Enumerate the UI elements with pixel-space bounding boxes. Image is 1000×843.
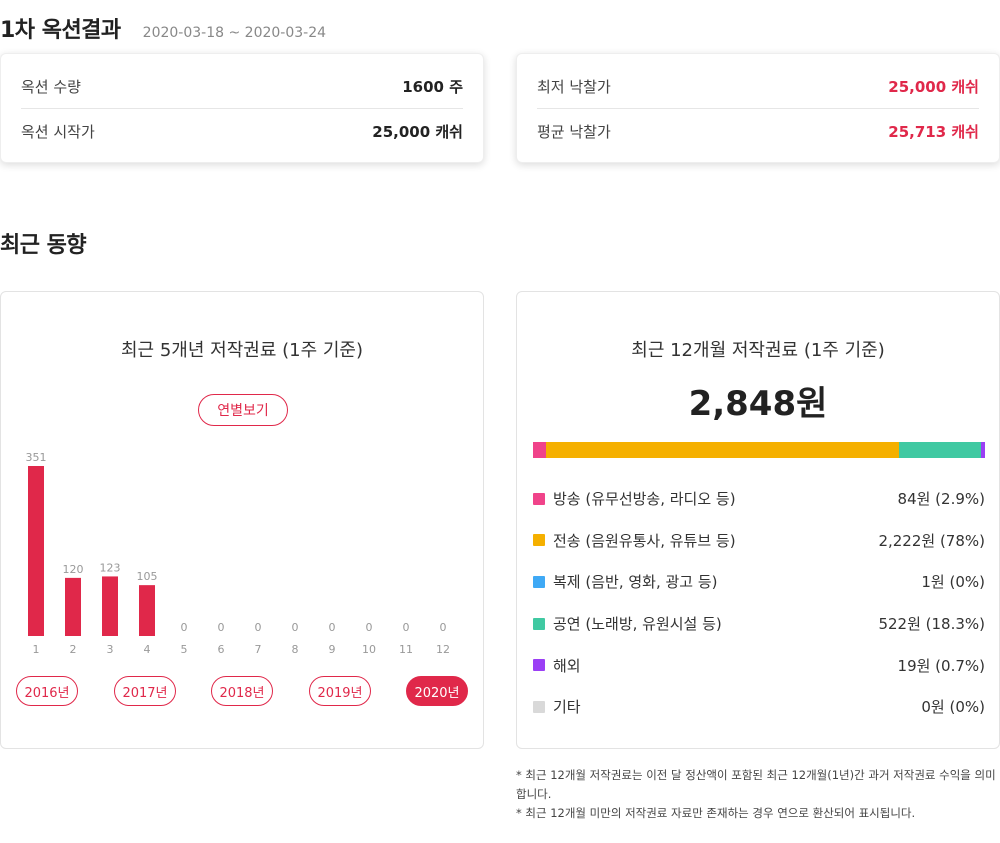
monthly-royalty-bar-chart: 351 1 120 2 123 3 105 4 0 5 0 6 0 7 0 8 0 9 0 10 0 11 0 12 bbox=[26, 451, 451, 656]
legend-label: 방송 (유무선방송, 라디오 등) bbox=[553, 490, 736, 509]
bar-value-label: 0 bbox=[440, 621, 447, 634]
twelve-month-royalty-panel: 최근 12개월 저작권료 (1주 기준) 2,848원 방송 (유무선방송, 라… bbox=[516, 291, 1000, 749]
month-tick-label: 12 bbox=[436, 643, 450, 656]
year-tab-2019[interactable]: 2019년 bbox=[309, 676, 371, 706]
legend-label: 해외 bbox=[553, 656, 581, 675]
bar-value-label: 105 bbox=[137, 570, 158, 583]
breakdown-segment-4 bbox=[981, 442, 985, 458]
average-bid-label: 평균 낙찰가 bbox=[537, 122, 611, 141]
legend-label: 전송 (음원유통사, 유튜브 등) bbox=[553, 531, 736, 550]
footnote-2: * 최근 12개월 미만의 저작권료 자료만 존재하는 경우 연으로 환산되어 … bbox=[516, 806, 916, 820]
bar-month-1 bbox=[28, 466, 44, 636]
footnotes: * 최근 12개월 저작권료는 이전 달 정산액이 포함된 최근 12개월(1년… bbox=[516, 766, 1000, 823]
legend-value: 0원 (0%) bbox=[921, 698, 985, 717]
legend-item: 복제 (음반, 영화, 광고 등) 1원 (0%) bbox=[533, 561, 985, 603]
five-year-royalty-panel: 최근 5개년 저작권료 (1주 기준) 연별보기 351 1 120 2 123 3 105… bbox=[0, 291, 484, 749]
month-tick-label: 1 bbox=[33, 643, 40, 656]
month-tick-label: 4 bbox=[144, 643, 151, 656]
legend-item: 공연 (노래방, 유원시설 등) 522원 (18.3%) bbox=[533, 603, 985, 645]
legend-swatch bbox=[533, 534, 545, 547]
auction-start-price-row: 옥션 시작가 25,000 캐쉬 bbox=[21, 109, 463, 153]
bar-value-label: 0 bbox=[366, 621, 373, 634]
twelve-month-heading: 최근 12개월 저작권료 (1주 기준) bbox=[631, 340, 885, 361]
average-bid-row: 평균 낙찰가 25,713 캐쉬 bbox=[537, 109, 979, 153]
legend-swatch bbox=[533, 492, 545, 505]
legend-item: 기타 0원 (0%) bbox=[533, 686, 985, 728]
legend-swatch bbox=[533, 659, 545, 672]
auction-quantity-row: 옥션 수량 1600 주 bbox=[21, 65, 463, 109]
month-tick-label: 7 bbox=[255, 643, 262, 656]
month-tick-label: 3 bbox=[107, 643, 114, 656]
legend-value: 1원 (0%) bbox=[921, 573, 985, 592]
lowest-bid-row: 최저 낙찰가 25,000 캐쉬 bbox=[537, 65, 979, 109]
breakdown-segment-1 bbox=[546, 442, 899, 458]
twelve-month-total: 2,848원 bbox=[688, 384, 828, 424]
bar-value-label: 0 bbox=[181, 621, 188, 634]
auction-header: 1차 옥션결과 2020-03-18 ~ 2020-03-24 bbox=[0, 12, 326, 44]
lowest-bid-value: 25,000 캐쉬 bbox=[888, 78, 979, 96]
auction-start-price-label: 옥션 시작가 bbox=[21, 122, 95, 141]
year-tab-2020[interactable]: 2020년 bbox=[406, 676, 468, 706]
bar-value-label: 120 bbox=[63, 563, 84, 576]
bar-value-label: 0 bbox=[329, 621, 336, 634]
year-tab-2018[interactable]: 2018년 bbox=[211, 676, 273, 706]
breakdown-segment-3 bbox=[898, 442, 982, 458]
bar-value-label: 123 bbox=[100, 561, 121, 574]
legend-value: 19원 (0.7%) bbox=[897, 656, 985, 675]
auction-quantity-value: 1600 주 bbox=[402, 78, 463, 96]
royalty-breakdown-legend: 방송 (유무선방송, 라디오 등) 84원 (2.9%) 전송 (음원유통사, 유튜… bbox=[533, 478, 985, 728]
legend-label: 공연 (노래방, 유원시설 등) bbox=[553, 615, 722, 634]
legend-item: 방송 (유무선방송, 라디오 등) 84원 (2.9%) bbox=[533, 478, 985, 520]
legend-label: 복제 (음반, 영화, 광고 등) bbox=[553, 573, 718, 592]
bar-value-label: 0 bbox=[218, 621, 225, 634]
month-tick-label: 10 bbox=[362, 643, 376, 656]
month-tick-label: 9 bbox=[329, 643, 336, 656]
auction-quantity-card: 옥션 수량 1600 주 옥션 시작가 25,000 캐쉬 bbox=[0, 53, 484, 163]
month-tick-label: 5 bbox=[181, 643, 188, 656]
five-year-heading: 최근 5개년 저작권료 (1주 기준) bbox=[121, 340, 363, 361]
royalty-breakdown-bar bbox=[533, 442, 985, 458]
legend-swatch bbox=[533, 575, 545, 588]
bar-value-label: 0 bbox=[292, 621, 299, 634]
legend-item: 해외 19원 (0.7%) bbox=[533, 644, 985, 686]
auction-start-price-value: 25,000 캐쉬 bbox=[372, 122, 463, 141]
legend-swatch bbox=[533, 700, 545, 713]
bar-month-3 bbox=[102, 576, 118, 636]
month-tick-label: 8 bbox=[292, 643, 299, 656]
legend-item: 전송 (음원유통사, 유튜브 등) 2,222원 (78%) bbox=[533, 520, 985, 562]
average-bid-value: 25,713 캐쉬 bbox=[888, 122, 979, 141]
bar-month-4 bbox=[139, 585, 155, 636]
bar-value-label: 0 bbox=[403, 621, 410, 634]
breakdown-segment-0 bbox=[533, 442, 547, 458]
legend-swatch bbox=[533, 617, 545, 630]
footnote-1: * 최근 12개월 저작권료는 이전 달 정산액이 포함된 최근 12개월(1년… bbox=[516, 768, 996, 801]
bar-month-2 bbox=[65, 577, 81, 636]
auction-title: 1차 옥션결과 bbox=[0, 18, 121, 43]
auction-period: 2020-03-18 ~ 2020-03-24 bbox=[142, 25, 327, 41]
legend-value: 84원 (2.9%) bbox=[897, 490, 985, 509]
legend-value: 522원 (18.3%) bbox=[878, 615, 985, 634]
auction-price-card: 최저 낙찰가 25,000 캐쉬 평균 낙찰가 25,713 캐쉬 bbox=[516, 53, 1000, 163]
yearly-view-button[interactable]: 연별보기 bbox=[198, 394, 288, 426]
lowest-bid-label: 최저 낙찰가 bbox=[537, 78, 611, 96]
month-tick-label: 11 bbox=[399, 643, 413, 656]
year-tab-2016[interactable]: 2016년 bbox=[16, 676, 78, 706]
legend-value: 2,222원 (78%) bbox=[878, 531, 985, 550]
auction-quantity-label: 옥션 수량 bbox=[21, 78, 81, 96]
recent-trend-title: 최근 동향 bbox=[0, 233, 87, 258]
bar-value-label: 351 bbox=[26, 451, 47, 464]
year-tab-2017[interactable]: 2017년 bbox=[114, 676, 176, 706]
legend-label: 기타 bbox=[553, 698, 581, 717]
month-tick-label: 2 bbox=[70, 643, 77, 656]
bar-value-label: 0 bbox=[255, 621, 262, 634]
month-tick-label: 6 bbox=[218, 643, 225, 656]
